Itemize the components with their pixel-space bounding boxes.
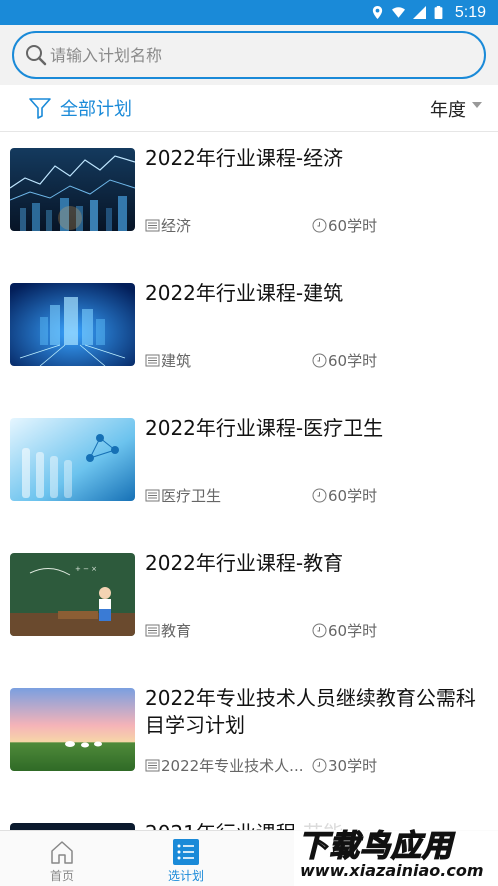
list-item[interactable]: 2022年行业课程-建筑 建筑 60学时: [0, 268, 498, 403]
item-hours: 60学时: [312, 620, 377, 641]
tab-home-label: 首页: [49, 869, 74, 883]
filter-bar: 全部计划 年度: [0, 85, 498, 132]
hours-text: 60学时: [328, 487, 378, 505]
all-plans-filter[interactable]: 全部计划: [28, 95, 132, 121]
thumbnail-medical: [10, 418, 135, 501]
category-icon: [145, 354, 160, 367]
category-icon: [145, 219, 160, 232]
svg-text:+ − ×: + − ×: [75, 565, 97, 573]
category-text: 教育: [161, 622, 192, 640]
year-label: 年度: [430, 100, 466, 121]
thumbnail-education: + − ×: [10, 553, 135, 636]
clock-icon: [312, 488, 327, 503]
item-hours: 30学时: [312, 755, 377, 776]
search-input[interactable]: [50, 45, 450, 65]
category-text: 建筑: [161, 352, 192, 370]
category-icon: [145, 759, 160, 772]
thumbnail-dark: [10, 823, 135, 830]
item-title: 2022年行业课程-教育: [145, 551, 344, 575]
hours-text: 60学时: [328, 352, 378, 370]
category-icon: [145, 624, 160, 637]
clock-icon: [312, 218, 327, 233]
clock-icon: [312, 353, 327, 368]
location-icon: [372, 6, 383, 19]
home-icon: [51, 841, 73, 864]
status-time: 5:19: [454, 3, 486, 21]
hours-text: 60学时: [328, 217, 378, 235]
filter-icon: [29, 98, 51, 119]
item-category: 2022年专业技术人...: [145, 755, 303, 776]
year-dropdown[interactable]: 年度: [430, 96, 482, 122]
all-plans-label: 全部计划: [60, 99, 132, 120]
item-hours: 60学时: [312, 215, 377, 236]
hours-text: 30学时: [328, 757, 378, 775]
signal-icon: [412, 6, 426, 19]
search-area: [0, 25, 498, 85]
list-item[interactable]: + − × 2022年行业课程-教育 教育 60学时: [0, 538, 498, 673]
list-item[interactable]: 2022年行业课程-经济 经济 60学时: [0, 133, 498, 268]
search-box[interactable]: [12, 31, 486, 79]
item-title: 2022年行业课程-医疗卫生: [145, 416, 384, 440]
list-item[interactable]: 2022年行业课程-医疗卫生 医疗卫生 60学时: [0, 403, 498, 538]
tab-home[interactable]: 首页: [0, 831, 124, 886]
watermark: 下载鸟应用 www.xiazainiao.com: [294, 815, 498, 886]
tab-select-plan-label: 选计划: [167, 869, 204, 883]
clock-icon: [312, 623, 327, 638]
hours-text: 60学时: [328, 622, 378, 640]
category-text: 医疗卫生: [161, 487, 222, 505]
category-text: 2022年专业技术人...: [161, 757, 304, 775]
item-title: 2022年专业技术人员继续教育公需科目学习计划: [145, 686, 476, 737]
search-icon: [26, 45, 47, 66]
item-hours: 60学时: [312, 485, 377, 506]
item-category: 医疗卫生: [145, 485, 221, 506]
category-icon: [145, 489, 160, 502]
item-category: 建筑: [145, 350, 191, 371]
list-item[interactable]: 2022年专业技术人员继续教育公需科目学习计划 2022年专业技术人... 30…: [0, 673, 498, 808]
thumbnail-grassland: [10, 688, 135, 771]
clock-icon: [312, 758, 327, 773]
watermark-url: www.xiazainiao.com: [300, 861, 484, 880]
status-bar: 5:19: [0, 0, 498, 25]
category-text: 经济: [161, 217, 192, 235]
wifi-icon: [391, 7, 405, 18]
list-icon: [173, 839, 199, 865]
item-title: 2022年行业课程-经济: [145, 146, 344, 170]
item-title: 2022年行业课程-建筑: [145, 281, 344, 305]
item-category: 教育: [145, 620, 191, 641]
item-hours: 60学时: [312, 350, 377, 371]
tab-select-plan[interactable]: 选计划: [124, 831, 248, 886]
item-category: 经济: [145, 215, 191, 236]
thumbnail-building: [10, 283, 135, 366]
caret-down-icon: [472, 102, 482, 108]
battery-icon: [434, 6, 443, 19]
watermark-title: 下载鸟应用: [297, 828, 453, 865]
thumbnail-economy: [10, 148, 135, 231]
